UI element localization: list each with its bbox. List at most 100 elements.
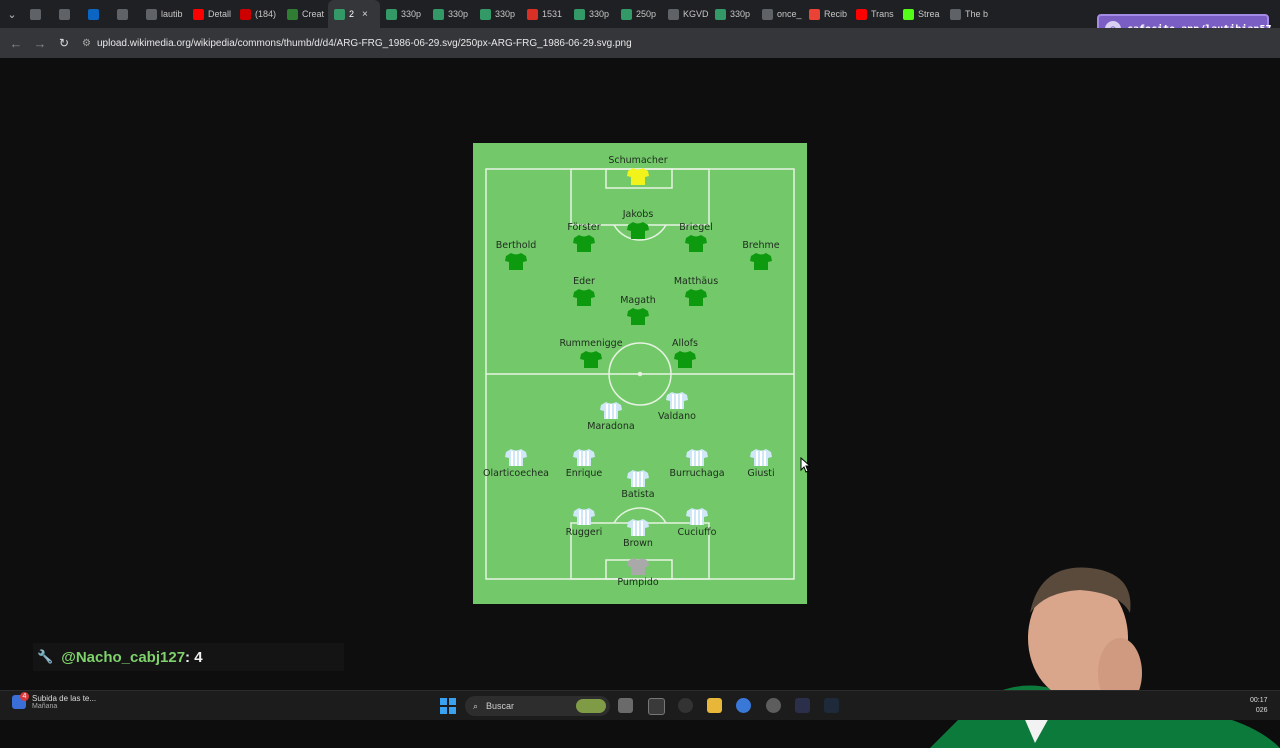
- wrench-icon: 🔧: [37, 649, 54, 664]
- app-grid-icon[interactable]: [648, 698, 665, 715]
- media-icon[interactable]: [678, 698, 693, 713]
- editor-icon[interactable]: [795, 698, 810, 713]
- forward-arrow-icon[interactable]: →: [28, 36, 52, 51]
- app-notification-icon: 4: [12, 692, 29, 709]
- shirt-stripe: [672, 394, 674, 409]
- tab-label: 2: [349, 9, 355, 19]
- generic-icon: [30, 8, 41, 20]
- mouse-cursor-icon: [800, 457, 810, 473]
- player-name: Förster: [567, 222, 600, 233]
- shirt-stripe: [606, 404, 608, 419]
- browser-tab[interactable]: [53, 0, 82, 28]
- shirt-stripe: [700, 510, 702, 525]
- browser-tab[interactable]: The b: [944, 0, 991, 28]
- shirt-stripe: [696, 451, 698, 466]
- browser-tab[interactable]: 330p: [474, 0, 521, 28]
- taskbar-clock[interactable]: 00:17 026: [1250, 696, 1268, 716]
- tab-list: lautib Detall (184) Creat 2 × 330p 330p 330p 1531…: [24, 0, 991, 28]
- browser-tab[interactable]: [111, 0, 140, 28]
- close-tab-icon[interactable]: ×: [362, 9, 368, 20]
- tab-search-chevron-icon[interactable]: ⌄: [0, 0, 24, 28]
- file-explorer-alt-icon[interactable]: [618, 698, 633, 713]
- reload-icon[interactable]: ↻: [52, 36, 76, 50]
- player-name: Jakobs: [622, 209, 654, 220]
- kick-icon: [903, 8, 914, 20]
- notification-title: Subida de las te...: [32, 694, 97, 703]
- browser-tab[interactable]: [24, 0, 53, 28]
- browser-tab[interactable]: Creat: [281, 0, 328, 28]
- player-name: Valdano: [658, 411, 696, 422]
- browser-tab[interactable]: KGVD: [662, 0, 709, 28]
- shirt-stripe: [614, 404, 616, 419]
- shirt-stripe: [515, 451, 517, 466]
- clock-time: 00:17: [1250, 697, 1268, 704]
- chrome-icon[interactable]: [736, 698, 751, 713]
- player-name: Brown: [623, 538, 653, 549]
- tab-label: Trans: [871, 9, 894, 19]
- globe-icon: [762, 8, 773, 20]
- player-name: Olarticoechea: [483, 468, 549, 479]
- linkedin-icon: [88, 8, 99, 20]
- obs-icon[interactable]: [766, 698, 781, 713]
- wikimedia-icon: [715, 8, 726, 20]
- taskbar-search[interactable]: ⌕ Buscar: [465, 696, 610, 716]
- browser-tab[interactable]: 1531: [521, 0, 568, 28]
- windows-start-icon[interactable]: [440, 698, 456, 714]
- youtube-icon: [193, 8, 204, 20]
- player-name: Ruggeri: [566, 527, 603, 538]
- shirt-stripe: [579, 510, 581, 525]
- player-name: Enrique: [566, 468, 603, 479]
- shirt-stripe: [633, 472, 635, 487]
- globe-icon: [950, 8, 961, 20]
- tab-label: 250p: [636, 9, 657, 19]
- player-name: Rummenigge: [559, 338, 622, 349]
- browser-tab[interactable]: (184): [234, 0, 281, 28]
- browser-tab[interactable]: 330p: [380, 0, 427, 28]
- globe-icon: [668, 8, 679, 20]
- tab-label: KGVD: [683, 9, 709, 19]
- browser-tab[interactable]: once_: [756, 0, 803, 28]
- browser-tab[interactable]: Recib: [803, 0, 850, 28]
- notification-subtitle: Mañana: [32, 703, 58, 710]
- gmail-icon: [809, 8, 820, 20]
- browser-tab[interactable]: Strea: [897, 0, 944, 28]
- browser-tab[interactable]: 250p: [615, 0, 662, 28]
- player-name: Burruchaga: [669, 468, 724, 479]
- tab-label: 330p: [730, 9, 751, 19]
- shirt-stripe: [637, 521, 639, 536]
- url-field[interactable]: ⚙ upload.wikimedia.org/wikipedia/commons…: [82, 32, 1020, 54]
- player-name: Allofs: [672, 338, 698, 349]
- browser-tab[interactable]: Trans: [850, 0, 897, 28]
- search-highlight-icon: [576, 699, 606, 713]
- wikimedia-icon: [480, 8, 491, 20]
- chat-text: : 4: [185, 648, 203, 666]
- shirt-stripe: [696, 510, 698, 525]
- player-name: Giusti: [747, 468, 774, 479]
- site-info-icon[interactable]: ⚙: [82, 38, 91, 49]
- shirt-stripe: [764, 451, 766, 466]
- folder-icon[interactable]: [707, 698, 722, 713]
- browser-tab[interactable]: Detall: [187, 0, 234, 28]
- browser-tab[interactable]: 330p: [568, 0, 615, 28]
- chat-username: @Nacho_cabj127: [61, 648, 186, 666]
- info-icon: [117, 8, 128, 20]
- tab-strip: ⌄ lautib Detall (184) Creat 2 × 330p 330p 330p 15…: [0, 0, 1280, 28]
- taskbar-notification[interactable]: 4 Subida de las te... Mañana: [12, 692, 97, 710]
- shirt-stripe: [587, 510, 589, 525]
- wikimedia-icon: [574, 8, 585, 20]
- browser-tab[interactable]: 330p: [427, 0, 474, 28]
- address-bar: ← → ↻ ⚙ upload.wikimedia.org/wikipedia/c…: [0, 28, 1280, 58]
- player-name: Eder: [573, 276, 595, 287]
- terminal-icon[interactable]: [824, 698, 839, 713]
- browser-tab[interactable]: lautib: [140, 0, 187, 28]
- app-icon: [287, 8, 298, 20]
- tab-label: 330p: [448, 9, 469, 19]
- browser-tab[interactable]: 2 ×: [328, 0, 380, 28]
- player-name: Pumpido: [617, 577, 659, 588]
- browser-tab[interactable]: [82, 0, 111, 28]
- player-name: Berthold: [496, 240, 537, 251]
- player-name: Cuciuffo: [678, 527, 717, 538]
- browser-tab[interactable]: 330p: [709, 0, 756, 28]
- back-arrow-icon[interactable]: ←: [4, 36, 28, 51]
- shirt-stripe: [641, 472, 643, 487]
